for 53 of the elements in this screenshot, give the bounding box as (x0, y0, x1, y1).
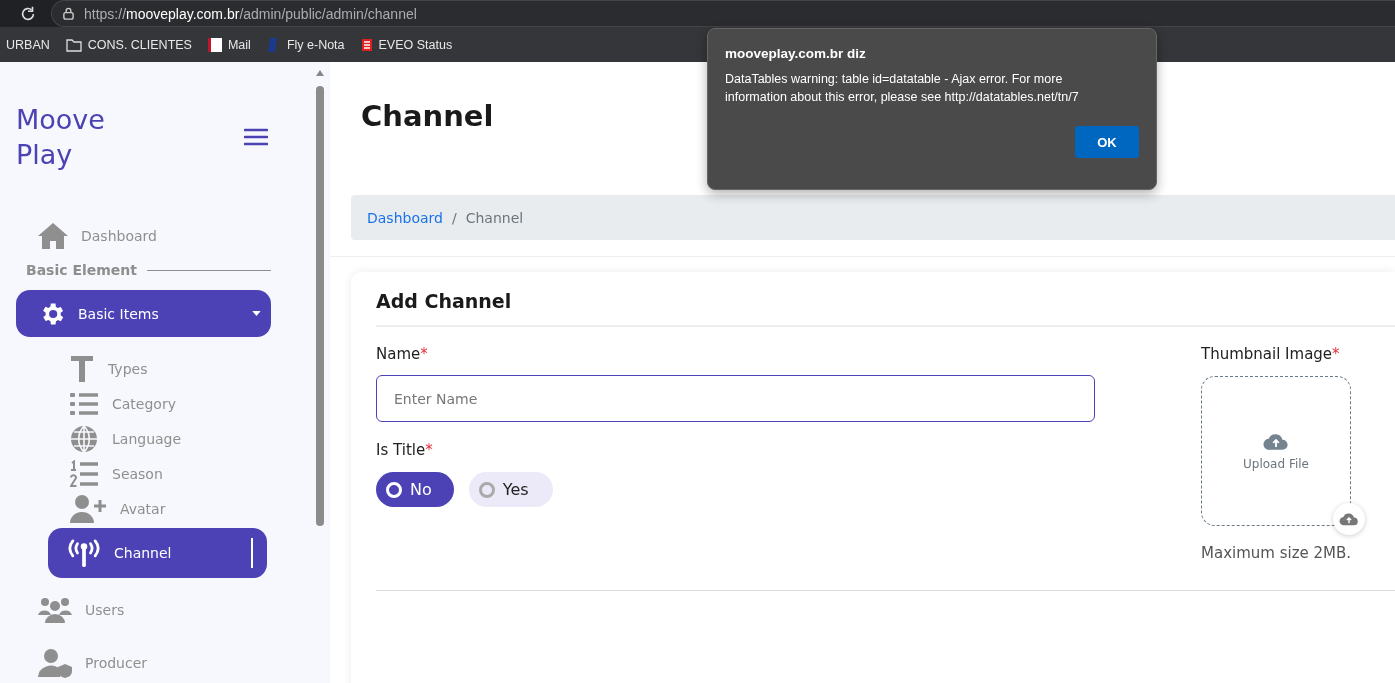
cloud-upload-icon (1339, 512, 1359, 526)
breadcrumb-current: Channel (465, 209, 524, 226)
submenu-item[interactable]: Category (48, 386, 176, 421)
home-icon (37, 222, 69, 250)
dialog-message: DataTables warning: table id=datatable - Ajax error. For more information about this error, please see http://datatables.net/tn/7 (725, 71, 1080, 106)
bookmark[interactable]: CONS. CLIENTES (65, 37, 192, 52)
nav-item[interactable]: Dashboard (16, 218, 157, 254)
folder-icon (65, 37, 82, 52)
bookmark[interactable]: Fly e-Nota (266, 36, 345, 53)
submenu-item[interactable]: Language (48, 421, 182, 456)
section-title: Basic Element (26, 262, 138, 278)
list-logo-icon (360, 37, 373, 52)
upload-button[interactable] (1333, 503, 1365, 535)
users-icon (37, 596, 73, 624)
bookmark[interactable]: URBAN (6, 37, 50, 52)
bookmark[interactable]: Mail (207, 37, 251, 52)
lock-icon (62, 7, 75, 20)
size-hint: Maximum size 2MB. (1201, 544, 1352, 562)
submenu-item[interactable]: Season (48, 456, 163, 491)
globe-icon (70, 424, 98, 453)
breadcrumb-separator: / (451, 209, 457, 226)
name-input[interactable]: Enter Name (376, 375, 1095, 422)
nav-item[interactable]: Producer (16, 645, 148, 681)
dialog-title: mooveplay.com.br diz (725, 46, 867, 61)
ok-button[interactable]: OK (1075, 126, 1139, 158)
card-title: Add Channel (376, 290, 1395, 327)
user-add-icon (70, 493, 106, 524)
submenu-item[interactable]: Channel (48, 528, 267, 578)
field-label: Thumbnail Image* (1201, 345, 1341, 363)
logo-text: Moove Play (16, 103, 106, 172)
page-title: Channel (361, 98, 494, 134)
user-shield-icon (37, 648, 73, 678)
menu-icon[interactable] (244, 128, 268, 146)
submenu-item[interactable]: Types (48, 351, 148, 386)
cloud-upload-icon (1263, 431, 1289, 451)
letter-icon (70, 354, 94, 383)
numbered-list-icon (70, 459, 98, 488)
url-text: https://mooveplay.com.br/admin/public/admin/channel (84, 5, 417, 22)
reload-icon[interactable] (19, 4, 37, 23)
submenu-item[interactable]: Avatar (48, 491, 166, 526)
nav-item[interactable]: Users (16, 592, 125, 628)
scrollbar[interactable] (310, 62, 330, 683)
field-label: Is Title* (376, 441, 434, 459)
field-label: Name* (376, 345, 429, 363)
bookmark[interactable]: EVEO Status (360, 37, 453, 52)
breadcrumb-link[interactable]: Dashboard (367, 209, 443, 226)
address-bar[interactable]: https://mooveplay.com.br/admin/public/admin/channel (51, 0, 1395, 27)
caret-icon (252, 311, 261, 316)
nav-group[interactable]: Basic Items (16, 290, 271, 337)
list-icon (70, 391, 98, 416)
radio-option[interactable]: No (376, 472, 454, 507)
radio-option[interactable]: Yes (468, 472, 553, 507)
antenna-icon (68, 539, 100, 567)
